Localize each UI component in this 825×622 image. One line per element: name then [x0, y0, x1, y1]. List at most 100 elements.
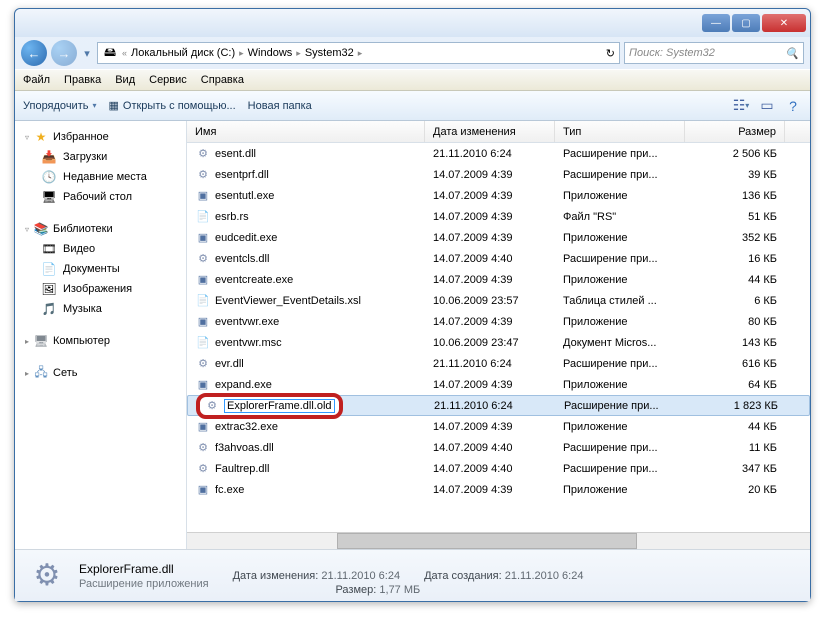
file-date: 14.07.2009 4:39: [425, 484, 555, 496]
breadcrumb-item[interactable]: Windows: [248, 47, 293, 59]
file-date: 14.07.2009 4:40: [425, 253, 555, 265]
search-input[interactable]: Поиск: System32 🔍: [624, 42, 804, 64]
network-icon: 🖧: [33, 365, 49, 381]
file-name: eventcls.dll: [215, 253, 269, 265]
nav-history-dropdown[interactable]: ▾: [81, 47, 93, 59]
sidebar-videos[interactable]: 🎞Видео: [15, 239, 186, 259]
file-row[interactable]: ⚙Faultrep.dll14.07.2009 4:40Расширение п…: [187, 458, 810, 479]
column-headers: Имя Дата изменения Тип Размер: [187, 121, 810, 143]
minimize-button[interactable]: —: [702, 14, 730, 32]
help-button[interactable]: ?: [784, 97, 802, 115]
open-with-button[interactable]: ▦ Открыть с помощью...: [108, 99, 235, 112]
file-row[interactable]: ⚙eventcls.dll14.07.2009 4:40Расширение п…: [187, 248, 810, 269]
file-date: 14.07.2009 4:39: [425, 421, 555, 433]
rename-input[interactable]: ExplorerFrame.dll.old: [224, 399, 335, 413]
file-row[interactable]: ▣esentutl.exe14.07.2009 4:39Приложение13…: [187, 185, 810, 206]
refresh-icon[interactable]: ↻: [606, 47, 615, 60]
details-pane: ⚙ ExplorerFrame.dll Расширение приложени…: [15, 549, 810, 601]
column-name[interactable]: Имя: [187, 121, 425, 142]
file-row[interactable]: 📄eventvwr.msc10.06.2009 23:47Документ Mi…: [187, 332, 810, 353]
column-date[interactable]: Дата изменения: [425, 121, 555, 142]
menu-view[interactable]: Вид: [115, 74, 135, 86]
recent-icon: 🕓: [41, 169, 57, 185]
file-row[interactable]: ⚙ExplorerFrame.dll.old21.11.2010 6:24Рас…: [187, 395, 810, 416]
file-type: Приложение: [555, 316, 685, 328]
file-date: 21.11.2010 6:24: [425, 358, 555, 370]
sidebar-desktop[interactable]: 🖥Рабочий стол: [15, 187, 186, 207]
file-size: 136 КБ: [685, 190, 785, 202]
sidebar-favorites[interactable]: ▿ ★ Избранное: [15, 127, 186, 147]
music-icon: 🎵: [41, 301, 57, 317]
file-type-icon: ⚙: [27, 556, 67, 596]
breadcrumb-separator: ▸: [358, 48, 363, 59]
preview-pane-button[interactable]: ▭: [758, 97, 776, 115]
file-date: 21.11.2010 6:24: [426, 400, 556, 412]
file-row[interactable]: 📄esrb.rs14.07.2009 4:39Файл "RS"51 КБ: [187, 206, 810, 227]
file-size: 11 КБ: [685, 442, 785, 454]
horizontal-scrollbar[interactable]: [187, 532, 810, 549]
sidebar-documents[interactable]: 📄Документы: [15, 259, 186, 279]
column-type[interactable]: Тип: [555, 121, 685, 142]
file-row[interactable]: ⚙evr.dll21.11.2010 6:24Расширение при...…: [187, 353, 810, 374]
pictures-icon: 🖼: [41, 281, 57, 297]
breadcrumb-separator: ▸: [239, 48, 244, 59]
sidebar-music[interactable]: 🎵Музыка: [15, 299, 186, 319]
file-type: Расширение при...: [555, 442, 685, 454]
file-row[interactable]: ▣eventvwr.exe14.07.2009 4:39Приложение80…: [187, 311, 810, 332]
file-pane: Имя Дата изменения Тип Размер ⚙esent.dll…: [187, 121, 810, 549]
column-size[interactable]: Размер: [685, 121, 785, 142]
file-row[interactable]: ▣fc.exe14.07.2009 4:39Приложение20 КБ: [187, 479, 810, 500]
file-size: 64 КБ: [685, 379, 785, 391]
file-icon: ▣: [195, 377, 211, 393]
view-options-button[interactable]: ☷▾: [732, 97, 750, 115]
file-list[interactable]: ⚙esent.dll21.11.2010 6:24Расширение при.…: [187, 143, 810, 532]
file-row[interactable]: ▣extrac32.exe14.07.2009 4:39Приложение44…: [187, 416, 810, 437]
file-name: esrb.rs: [215, 211, 249, 223]
file-size: 347 КБ: [685, 463, 785, 475]
file-type: Расширение при...: [555, 358, 685, 370]
file-row[interactable]: ▣eudcedit.exe14.07.2009 4:39Приложение35…: [187, 227, 810, 248]
breadcrumb-item[interactable]: Локальный диск (C:): [131, 47, 235, 59]
sidebar-pictures[interactable]: 🖼Изображения: [15, 279, 186, 299]
file-row[interactable]: ⚙f3ahvoas.dll14.07.2009 4:40Расширение п…: [187, 437, 810, 458]
sidebar-downloads[interactable]: 📥Загрузки: [15, 147, 186, 167]
forward-button[interactable]: →: [51, 40, 77, 66]
close-button[interactable]: ✕: [762, 14, 806, 32]
file-row[interactable]: ⚙esentprf.dll14.07.2009 4:39Расширение п…: [187, 164, 810, 185]
menu-edit[interactable]: Правка: [64, 74, 101, 86]
file-name: eudcedit.exe: [215, 232, 277, 244]
breadcrumb-item[interactable]: System32: [305, 47, 354, 59]
sidebar-recent[interactable]: 🕓Недавние места: [15, 167, 186, 187]
file-row[interactable]: 📄EventViewer_EventDetails.xsl10.06.2009 …: [187, 290, 810, 311]
menu-help[interactable]: Справка: [201, 74, 244, 86]
file-row[interactable]: ▣eventcreate.exe14.07.2009 4:39Приложени…: [187, 269, 810, 290]
new-folder-button[interactable]: Новая папка: [248, 100, 312, 112]
file-icon: 📄: [195, 209, 211, 225]
organize-button[interactable]: Упорядочить▾: [23, 100, 96, 112]
file-date: 14.07.2009 4:39: [425, 232, 555, 244]
sidebar-computer[interactable]: ▸ 🖥 Компьютер: [15, 331, 186, 351]
open-icon: ▦: [108, 99, 118, 112]
star-icon: ★: [33, 129, 49, 145]
file-date: 14.07.2009 4:40: [425, 442, 555, 454]
file-type: Документ Micros...: [555, 337, 685, 349]
menu-file[interactable]: Файл: [23, 74, 50, 86]
file-name: esentutl.exe: [215, 190, 274, 202]
back-button[interactable]: ←: [21, 40, 47, 66]
file-icon: ⚙: [195, 356, 211, 372]
drive-icon: 🖴: [102, 45, 118, 61]
rename-highlight: ⚙ExplorerFrame.dll.old: [196, 393, 343, 419]
file-icon: ▣: [195, 419, 211, 435]
sidebar-network[interactable]: ▸ 🖧 Сеть: [15, 363, 186, 383]
file-icon: 📄: [195, 335, 211, 351]
sidebar-libraries[interactable]: ▿ 📚 Библиотеки: [15, 219, 186, 239]
titlebar: — ▢ ✕: [15, 9, 810, 37]
file-type: Расширение при...: [555, 148, 685, 160]
file-name: Faultrep.dll: [215, 463, 269, 475]
maximize-button[interactable]: ▢: [732, 14, 760, 32]
address-bar[interactable]: 🖴 « Локальный диск (C:) ▸ Windows ▸ Syst…: [97, 42, 620, 64]
file-row[interactable]: ⚙esent.dll21.11.2010 6:24Расширение при.…: [187, 143, 810, 164]
file-date: 21.11.2010 6:24: [425, 148, 555, 160]
computer-icon: 🖥: [33, 333, 49, 349]
menu-tools[interactable]: Сервис: [149, 74, 187, 86]
